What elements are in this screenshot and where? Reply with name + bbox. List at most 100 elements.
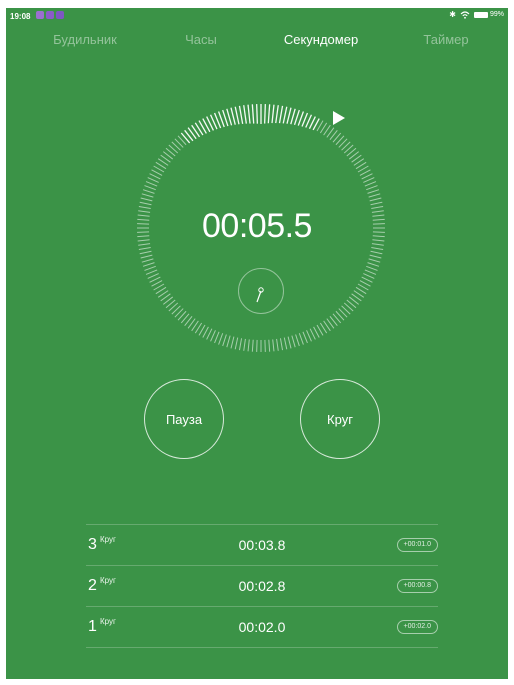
dial-tick (141, 193, 154, 198)
dial-tick (230, 107, 236, 125)
dial-tick (142, 262, 155, 267)
dial-tick (256, 104, 259, 124)
dial-tick (145, 181, 158, 187)
dial-tick (366, 265, 378, 271)
dial-tick (368, 258, 381, 263)
dial-tick (279, 338, 284, 351)
dial-tick (210, 330, 216, 342)
lap-diff-badge: +00:01.0 (396, 538, 438, 552)
lap-button[interactable]: Круг (300, 379, 380, 459)
dial-tick (149, 276, 161, 283)
dial-tick (144, 185, 156, 191)
dial-tick (278, 105, 284, 124)
dial-tick (218, 333, 224, 345)
dial-tick (264, 104, 266, 124)
tab-stopwatch[interactable]: Секундомер (284, 32, 358, 47)
tab-timer[interactable]: Таймер (423, 32, 468, 47)
dial-tick (267, 104, 271, 124)
dial-tick (272, 339, 275, 352)
dial-tick (287, 336, 292, 349)
battery-percent: 99% (489, 11, 504, 18)
dial-tick (364, 269, 377, 275)
dial-tick (359, 169, 371, 176)
tab-alarm[interactable]: Будильник (53, 32, 117, 47)
lap-list: 3 Круг 00:03.8 +00:01.0 2 Круг 00:02.8 +… (86, 524, 438, 648)
status-bar: 19:08 ✱ 99% (6, 8, 508, 26)
dial-tick (238, 105, 244, 124)
app-screen: 19:08 ✱ 99% Будильник Часы Секундомер Та… (6, 8, 508, 679)
dial-tick (142, 189, 155, 194)
dial-tick (243, 105, 247, 124)
dial-tick (147, 177, 159, 183)
dial-tick (275, 105, 279, 124)
dial-tick (138, 246, 151, 251)
dial-tick (359, 280, 371, 287)
dial-tick (145, 269, 158, 275)
dial-tick (282, 106, 288, 124)
dial-tick (251, 339, 254, 352)
dial-tick (238, 338, 243, 351)
dial-tick (306, 330, 312, 342)
dial-tick (147, 273, 159, 279)
status-time: 19:08 (10, 12, 31, 21)
lap-row: 1 Круг 00:02.0 +00:02.0 (86, 606, 438, 648)
dial-tick (222, 334, 227, 347)
dial-tick (370, 201, 383, 206)
dial-tick (366, 185, 378, 191)
dial-tick (369, 254, 382, 259)
tab-bar: Будильник Часы Секундомер Таймер (6, 32, 508, 52)
dial-tick (291, 335, 296, 348)
dial-tick (247, 339, 250, 352)
dial-tick (141, 258, 154, 263)
dial-tick (151, 280, 163, 287)
dial-tick (268, 339, 271, 352)
stopwatch-time: 00:05.5 (202, 207, 312, 245)
dial-tick (243, 338, 246, 351)
dial-tick (286, 107, 292, 124)
dial-tick (230, 336, 235, 349)
dial-tick (370, 250, 383, 255)
dial-tick (371, 246, 384, 251)
lap-time: 00:03.8 (238, 537, 286, 553)
notification-icons (36, 11, 64, 19)
lap-diff-badge: +00:02.0 (396, 620, 438, 634)
dial-tick (361, 173, 373, 180)
dial-tick (367, 262, 380, 267)
dial-tick (364, 181, 377, 187)
dial-tick (283, 337, 288, 350)
sub-dial (238, 268, 284, 314)
lap-diff-badge: +00:00.8 (396, 579, 438, 593)
pause-button[interactable]: Пауза (144, 379, 224, 459)
dial-tick (361, 276, 373, 283)
lap-row: 3 Круг 00:03.8 +00:01.0 (86, 524, 438, 565)
dial-tick (369, 197, 382, 202)
dial-tick (276, 338, 279, 351)
dial-tick (313, 326, 320, 338)
dial-tick (206, 328, 213, 340)
dial-tick (302, 331, 308, 344)
dial-tick (226, 335, 231, 348)
battery-indicator: 99% (473, 11, 504, 18)
dial-tick (234, 337, 239, 350)
dial-tick (367, 189, 380, 194)
notification-icon (36, 11, 44, 19)
dial-tick (149, 173, 161, 180)
notification-icon (46, 11, 54, 19)
battery-icon (473, 11, 488, 18)
dial-tick (202, 326, 209, 338)
dial-tick (140, 197, 153, 202)
dial-tick (139, 201, 152, 206)
dial-tick (226, 108, 233, 126)
dial-tick (214, 331, 220, 344)
lap-row: 2 Круг 00:02.8 +00:00.8 (86, 565, 438, 606)
lap-time: 00:02.0 (238, 619, 286, 635)
dial-tick (295, 334, 300, 347)
dial-tick (251, 104, 255, 124)
dial-tick (298, 333, 304, 345)
tab-clock[interactable]: Часы (185, 32, 217, 47)
dial-tick (151, 169, 163, 176)
dial-tick (290, 108, 296, 125)
dial-tick (293, 109, 300, 126)
dial-tick (234, 106, 240, 125)
dial-tick (140, 254, 153, 259)
